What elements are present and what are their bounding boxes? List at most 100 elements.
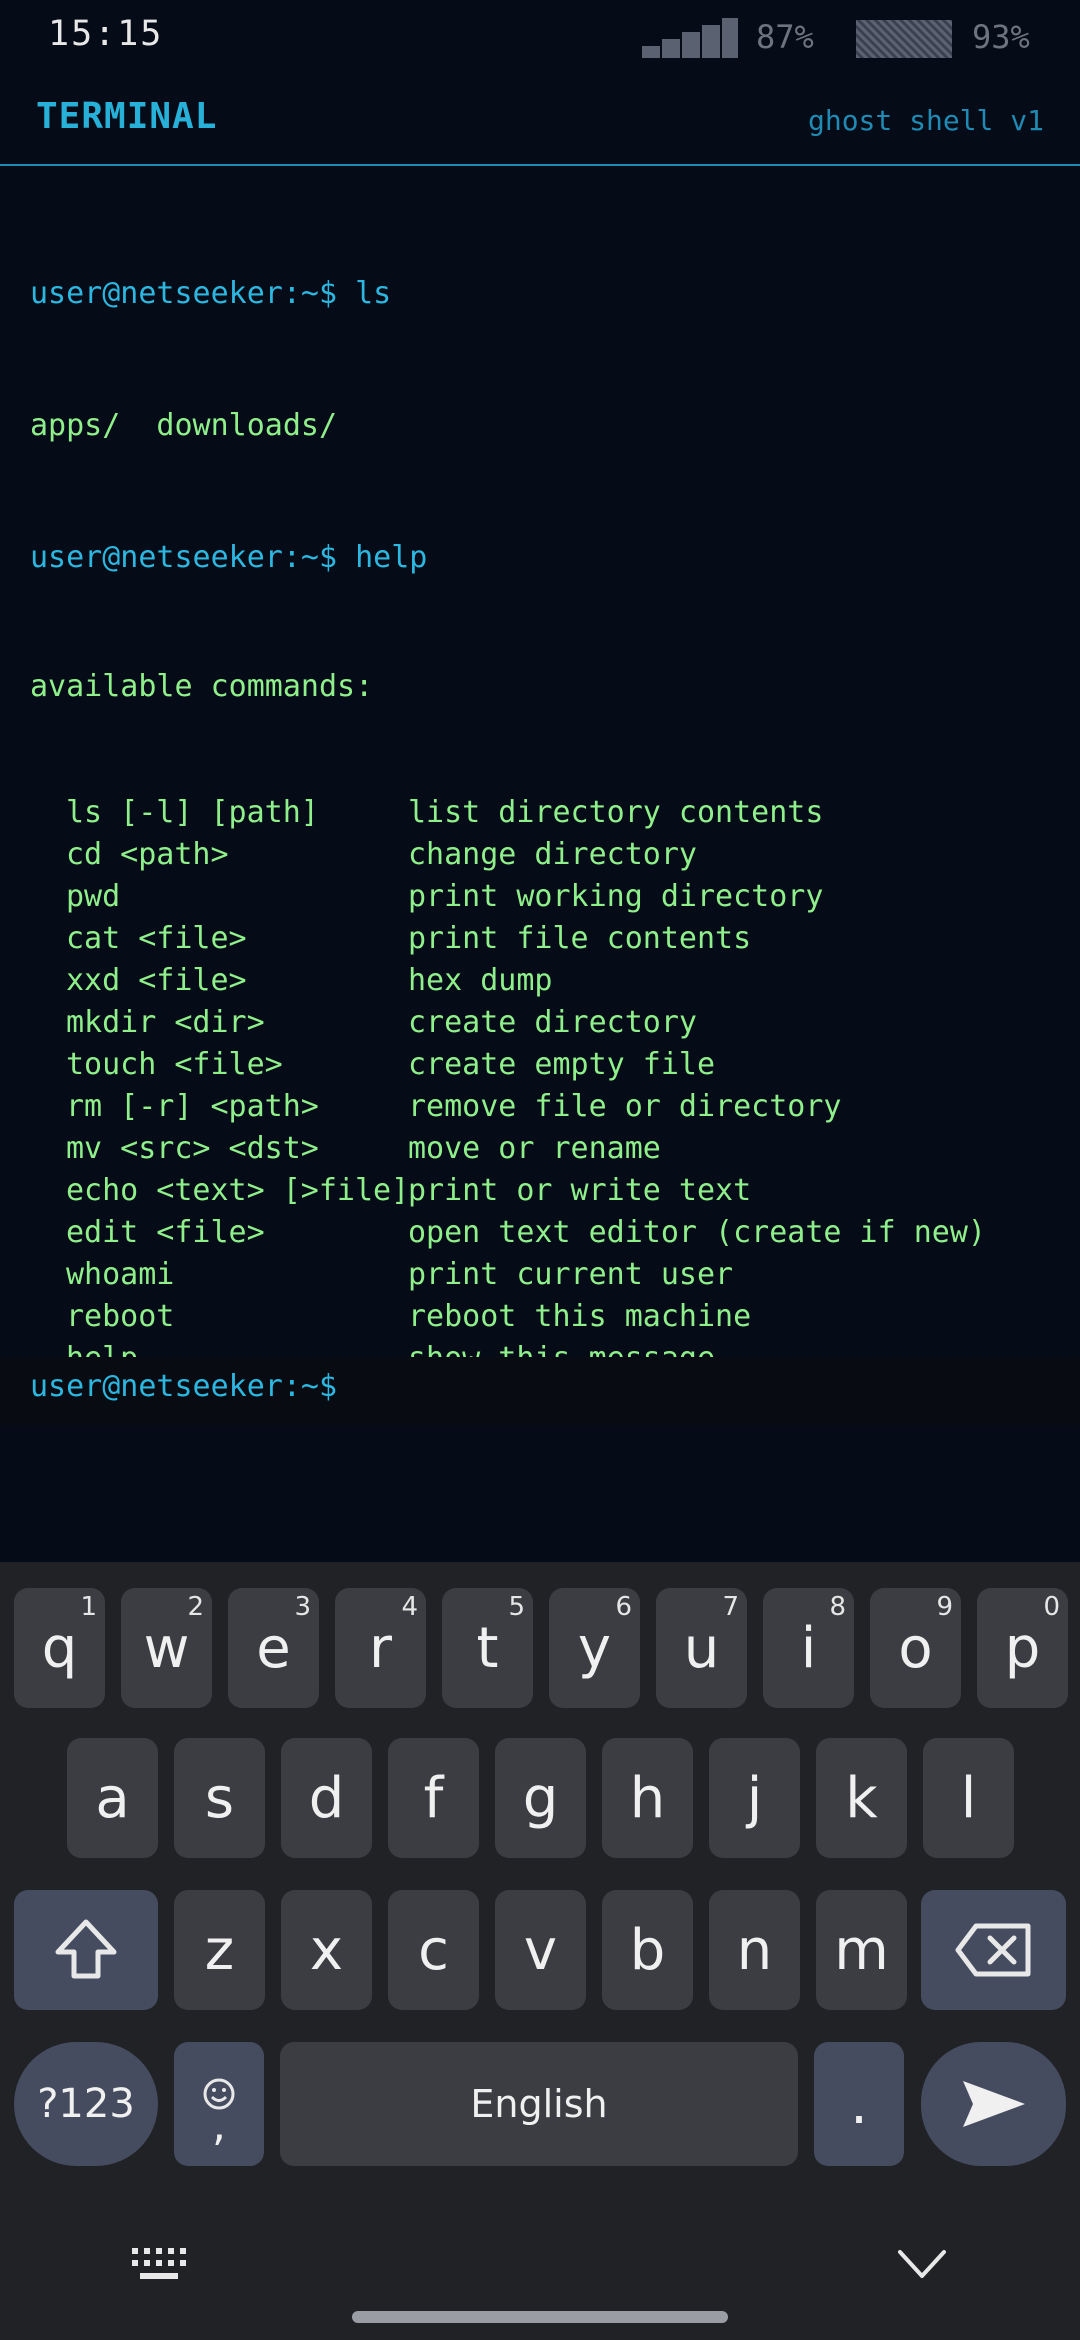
period-key[interactable]: .: [814, 2042, 904, 2166]
period-label: .: [850, 2071, 868, 2137]
key-a[interactable]: a: [67, 1738, 158, 1858]
key-k[interactable]: k: [816, 1738, 907, 1858]
key-c[interactable]: c: [388, 1890, 479, 2010]
help-row: edit <file> open text editor (create if n…: [30, 1212, 1060, 1254]
key-label: p: [1004, 1615, 1041, 1681]
key-z[interactable]: z: [174, 1890, 265, 2010]
key-y[interactable]: y6: [549, 1588, 640, 1708]
key-q[interactable]: q1: [14, 1588, 105, 1708]
help-command: mkdir <dir>: [66, 1005, 265, 1040]
key-label: r: [368, 1615, 393, 1681]
signal-icon: [642, 18, 738, 58]
battery-icon: [856, 20, 952, 58]
command-input[interactable]: user@netseeker:~$: [0, 1357, 1080, 1425]
backspace-icon: [955, 1923, 1030, 1977]
key-b[interactable]: b: [602, 1890, 693, 2010]
key-n[interactable]: n: [709, 1890, 800, 2010]
symbols-key[interactable]: ?123: [14, 2042, 158, 2166]
help-command: cat <file>: [66, 921, 247, 956]
key-f[interactable]: f: [388, 1738, 479, 1858]
help-description: print current user: [408, 1257, 734, 1292]
keyboard-switch-icon[interactable]: [130, 2246, 188, 2282]
backspace-key[interactable]: [921, 1890, 1066, 2010]
input-prompt: user@netseeker:~$: [30, 1369, 338, 1404]
help-description: move or rename: [408, 1131, 661, 1166]
help-description: print or write text: [408, 1173, 752, 1208]
help-row: cat <file> print file contents: [30, 918, 1060, 960]
key-t[interactable]: t5: [442, 1588, 533, 1708]
help-row: mkdir <dir> create directory: [30, 1002, 1060, 1044]
key-x[interactable]: x: [281, 1890, 372, 2010]
key-j[interactable]: j: [709, 1738, 800, 1858]
symbols-label: ?123: [37, 2081, 135, 2127]
help-row: whoami print current user: [30, 1254, 1060, 1296]
key-m[interactable]: m: [816, 1890, 907, 2010]
help-command: whoami: [66, 1257, 175, 1292]
key-label: x: [309, 1917, 344, 1983]
hide-keyboard-icon[interactable]: [896, 2248, 948, 2280]
help-description: hex dump: [408, 963, 553, 998]
help-command: mv <src> <dst>: [66, 1131, 319, 1166]
home-indicator[interactable]: [352, 2311, 728, 2323]
key-hint: 2: [187, 1592, 204, 1622]
app-subtitle: ghost shell v1: [807, 104, 1044, 137]
key-hint: 0: [1043, 1592, 1060, 1622]
key-label: m: [834, 1917, 889, 1983]
help-row: touch <file> create empty file: [30, 1044, 1060, 1086]
key-label: i: [800, 1615, 817, 1681]
help-command: rm [-r] <path>: [66, 1089, 319, 1124]
emoji-comma-key[interactable]: ,: [174, 2042, 264, 2166]
key-label: l: [960, 1765, 977, 1831]
key-s[interactable]: s: [174, 1738, 265, 1858]
app-title: TERMINAL: [36, 96, 218, 137]
terminal-line: user@netseeker:~$ help: [30, 540, 428, 575]
key-label: u: [683, 1615, 720, 1681]
key-o[interactable]: o9: [870, 1588, 961, 1708]
status-time: 15:15: [48, 14, 164, 54]
terminal-line: user@netseeker:~$ ls: [30, 276, 392, 311]
key-label: j: [746, 1765, 763, 1831]
help-description: print working directory: [408, 879, 824, 914]
key-g[interactable]: g: [495, 1738, 586, 1858]
terminal-output[interactable]: user@netseeker:~$ ls apps/ downloads/ us…: [30, 186, 1060, 1422]
help-command: echo <text> [>file]: [66, 1173, 410, 1208]
key-r[interactable]: r4: [335, 1588, 426, 1708]
key-u[interactable]: u7: [656, 1588, 747, 1708]
key-label: d: [308, 1765, 345, 1831]
signal-percent: 87%: [756, 18, 814, 56]
help-row: xxd <file> hex dump: [30, 960, 1060, 1002]
send-key[interactable]: [921, 2042, 1066, 2166]
key-hint: 6: [615, 1592, 632, 1622]
help-row: rm [-r] <path> remove file or directory: [30, 1086, 1060, 1128]
space-key[interactable]: English: [280, 2042, 798, 2166]
key-label: v: [523, 1917, 558, 1983]
key-e[interactable]: e3: [228, 1588, 319, 1708]
key-label: b: [629, 1917, 666, 1983]
key-v[interactable]: v: [495, 1890, 586, 2010]
key-i[interactable]: i8: [763, 1588, 854, 1708]
help-description: reboot this machine: [408, 1299, 752, 1334]
help-row: pwd print working directory: [30, 876, 1060, 918]
help-command: xxd <file>: [66, 963, 247, 998]
key-l[interactable]: l: [923, 1738, 1014, 1858]
terminal-line: apps/ downloads/: [30, 408, 338, 443]
terminal-line: available commands:: [30, 666, 1060, 708]
key-h[interactable]: h: [602, 1738, 693, 1858]
key-label: q: [41, 1615, 78, 1681]
key-label: h: [629, 1765, 666, 1831]
key-label: c: [418, 1917, 449, 1983]
shift-key[interactable]: [14, 1890, 158, 2010]
key-p[interactable]: p0: [977, 1588, 1068, 1708]
space-label: English: [470, 2082, 608, 2126]
help-row: echo <text> [>file] print or write text: [30, 1170, 1060, 1212]
key-d[interactable]: d: [281, 1738, 372, 1858]
app-header: TERMINAL ghost shell v1: [0, 76, 1080, 166]
key-w[interactable]: w2: [121, 1588, 212, 1708]
key-label: t: [476, 1615, 499, 1681]
shift-icon: [55, 1919, 117, 1979]
key-label: a: [95, 1765, 130, 1831]
help-command: edit <file>: [66, 1215, 265, 1250]
help-row: ls [-l] [path] list directory contents: [30, 792, 1060, 834]
help-description: open text editor (create if new): [408, 1215, 986, 1250]
help-row: mv <src> <dst> move or rename: [30, 1128, 1060, 1170]
